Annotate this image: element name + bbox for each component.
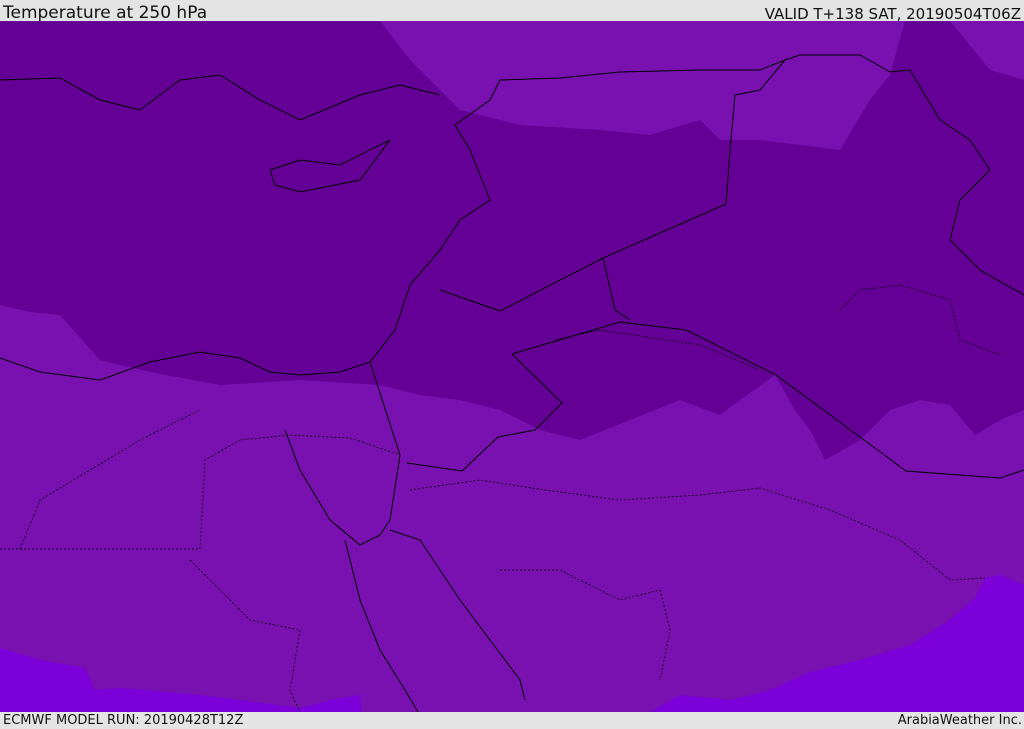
map-title: Temperature at 250 hPa [3,3,208,23]
credit-label: ArabiaWeather Inc. [897,713,1022,728]
map-footer: ECMWF MODEL RUN: 20190428T12Z ArabiaWeat… [0,712,1024,729]
temperature-map [0,21,1024,712]
model-run-label: ECMWF MODEL RUN: 20190428T12Z [3,713,244,728]
map-header: Temperature at 250 hPa VALID T+138 SAT, … [0,0,1024,23]
